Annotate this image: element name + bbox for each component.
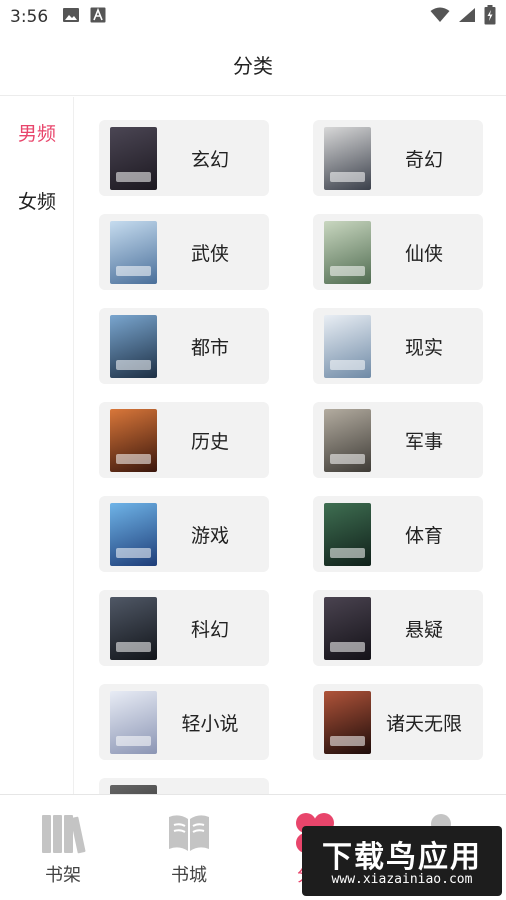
- tab-male[interactable]: 男频: [0, 119, 74, 146]
- text-a-icon: [90, 7, 106, 27]
- watermark-url: www.xiazainiao.com: [331, 872, 473, 887]
- category-card-partial[interactable]: [99, 778, 269, 794]
- book-cover-image: [110, 408, 157, 472]
- category-label: 悬疑: [404, 618, 443, 641]
- category-card-qingxiaoshuo[interactable]: 轻小说: [99, 684, 269, 760]
- category-label: 仙侠: [404, 242, 443, 265]
- wifi-icon: [430, 7, 450, 27]
- battery-charging-icon: [484, 5, 496, 29]
- category-card-dushi[interactable]: 都市: [99, 308, 269, 384]
- signal-icon: [458, 7, 476, 27]
- open-book-icon: [166, 811, 212, 855]
- image-icon: [62, 7, 80, 27]
- book-cover-image: [324, 314, 371, 378]
- book-cover-image: [324, 690, 371, 754]
- category-label: 玄幻: [190, 148, 229, 171]
- tab-female[interactable]: 女频: [0, 187, 74, 214]
- category-card-youxi[interactable]: 游戏: [99, 496, 269, 572]
- category-card-xuanyi[interactable]: 悬疑: [313, 590, 483, 666]
- book-cover-image: [110, 502, 157, 566]
- status-icons-right: [430, 5, 496, 29]
- nav-label: 书城: [171, 865, 207, 886]
- book-cover-image: [324, 408, 371, 472]
- book-cover-image: [110, 690, 157, 754]
- watermark-logo: 下载鸟应用 www.xiazainiao.com: [302, 826, 502, 896]
- bookshelf-icon: [40, 811, 86, 855]
- category-grid: 玄幻 奇幻 武侠 仙侠 都市 现实 历史 军事 游戏 体育 科幻 悬疑 轻小说 …: [99, 120, 483, 794]
- category-label: 武侠: [190, 242, 229, 265]
- category-label: 科幻: [190, 618, 229, 641]
- book-cover-image: [324, 126, 371, 190]
- book-cover-image: [110, 314, 157, 378]
- category-card-xianxia[interactable]: 仙侠: [313, 214, 483, 290]
- gender-tabs: 男频 女频: [0, 97, 74, 794]
- category-card-kehuan[interactable]: 科幻: [99, 590, 269, 666]
- category-label: 体育: [404, 524, 443, 547]
- category-card-qihuan[interactable]: 奇幻: [313, 120, 483, 196]
- category-card-xuanhuan[interactable]: 玄幻: [99, 120, 269, 196]
- category-label: 现实: [404, 336, 443, 359]
- page-title: 分类: [233, 54, 273, 78]
- category-label: 历史: [190, 430, 229, 453]
- book-cover-image: [110, 126, 157, 190]
- category-card-lishi[interactable]: 历史: [99, 402, 269, 478]
- watermark-text: 下载鸟应用: [322, 840, 482, 875]
- book-cover-image: [324, 502, 371, 566]
- book-cover-image: [324, 596, 371, 660]
- category-label: 轻小说: [181, 712, 239, 735]
- book-cover-image: [110, 596, 157, 660]
- category-label: 游戏: [190, 524, 229, 547]
- status-bar: 3:56: [0, 0, 506, 34]
- category-card-wuxia[interactable]: 武侠: [99, 214, 269, 290]
- category-card-tiyu[interactable]: 体育: [313, 496, 483, 572]
- category-label: 诸天无限: [385, 712, 462, 735]
- category-card-zhutianwuxian[interactable]: 诸天无限: [313, 684, 483, 760]
- book-cover-image: [110, 784, 157, 794]
- category-label: 军事: [404, 430, 443, 453]
- category-card-junshi[interactable]: 军事: [313, 402, 483, 478]
- nav-label: 书架: [45, 865, 81, 886]
- category-card-xianshi[interactable]: 现实: [313, 308, 483, 384]
- book-cover-image: [110, 220, 157, 284]
- book-cover-image: [324, 220, 371, 284]
- category-label: 奇幻: [404, 148, 443, 171]
- status-icons-left: [62, 7, 106, 27]
- nav-item-bookstore[interactable]: 书城: [126, 795, 252, 900]
- category-label: 都市: [190, 336, 229, 359]
- nav-item-bookshelf[interactable]: 书架: [0, 795, 126, 900]
- status-time: 3:56: [10, 7, 49, 27]
- page-header: 分类: [0, 34, 506, 96]
